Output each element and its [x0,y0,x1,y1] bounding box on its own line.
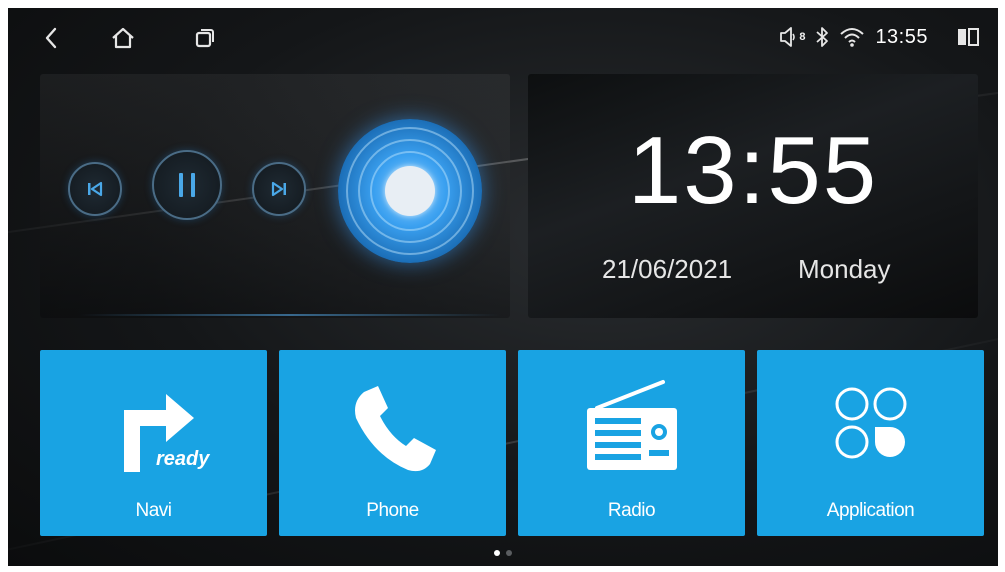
tile-label: Navi [135,500,172,521]
recent-apps-button[interactable] [190,24,220,52]
clock-time: 13:55 [627,117,879,224]
music-disc-button[interactable] [338,119,482,263]
page-indicator [494,550,512,556]
split-screen-icon [958,28,979,46]
disc-center [385,166,435,216]
status-time: 13:55 [875,25,928,48]
navi-badge: ready [156,448,210,470]
head-unit-screen: 8 13:55 13:55 21/06/2021 Monday ready Na… [8,8,998,566]
next-track-button[interactable] [252,162,306,216]
previous-icon [88,181,103,197]
page-dot-active[interactable] [494,550,500,556]
wifi-icon [840,28,865,47]
navigation-arrow-icon: ready [40,372,267,482]
tile-label: Radio [607,500,656,521]
music-underline [80,314,500,316]
status-indicators: 8 13:55 [779,22,980,52]
home-button[interactable] [108,24,138,52]
clock-day: Monday [798,254,891,284]
clock-widget[interactable]: 13:55 21/06/2021 Monday [528,74,978,318]
pause-icon [179,173,195,197]
recent-apps-icon [195,29,214,48]
bluetooth-icon [816,27,829,47]
tile-radio[interactable]: Radio [518,350,745,536]
page-dot[interactable] [506,550,512,556]
phone-icon [279,372,506,482]
home-icon [112,27,134,49]
play-pause-button[interactable] [152,150,222,220]
tile-phone[interactable]: Phone [279,350,506,536]
wifi-indicator [839,26,865,48]
previous-track-button[interactable] [68,162,122,216]
next-icon [271,181,286,197]
bluetooth-indicator [815,26,829,48]
tile-label: Application [826,500,915,521]
back-button[interactable] [36,24,66,52]
music-widget [40,74,510,318]
apps-grid-icon [757,372,984,482]
tile-application[interactable]: Application [757,350,984,536]
back-icon [45,27,57,49]
status-bar: 8 13:55 [8,8,998,64]
radio-icon [518,372,745,482]
volume-icon [780,27,796,47]
tile-navi[interactable]: ready Navi [40,350,267,536]
clock-date: 21/06/2021 [602,254,733,284]
tile-label: Phone [366,500,419,521]
volume-level: 8 [799,31,806,43]
split-screen-button[interactable] [956,27,980,47]
volume-indicator[interactable]: 8 [779,26,805,48]
